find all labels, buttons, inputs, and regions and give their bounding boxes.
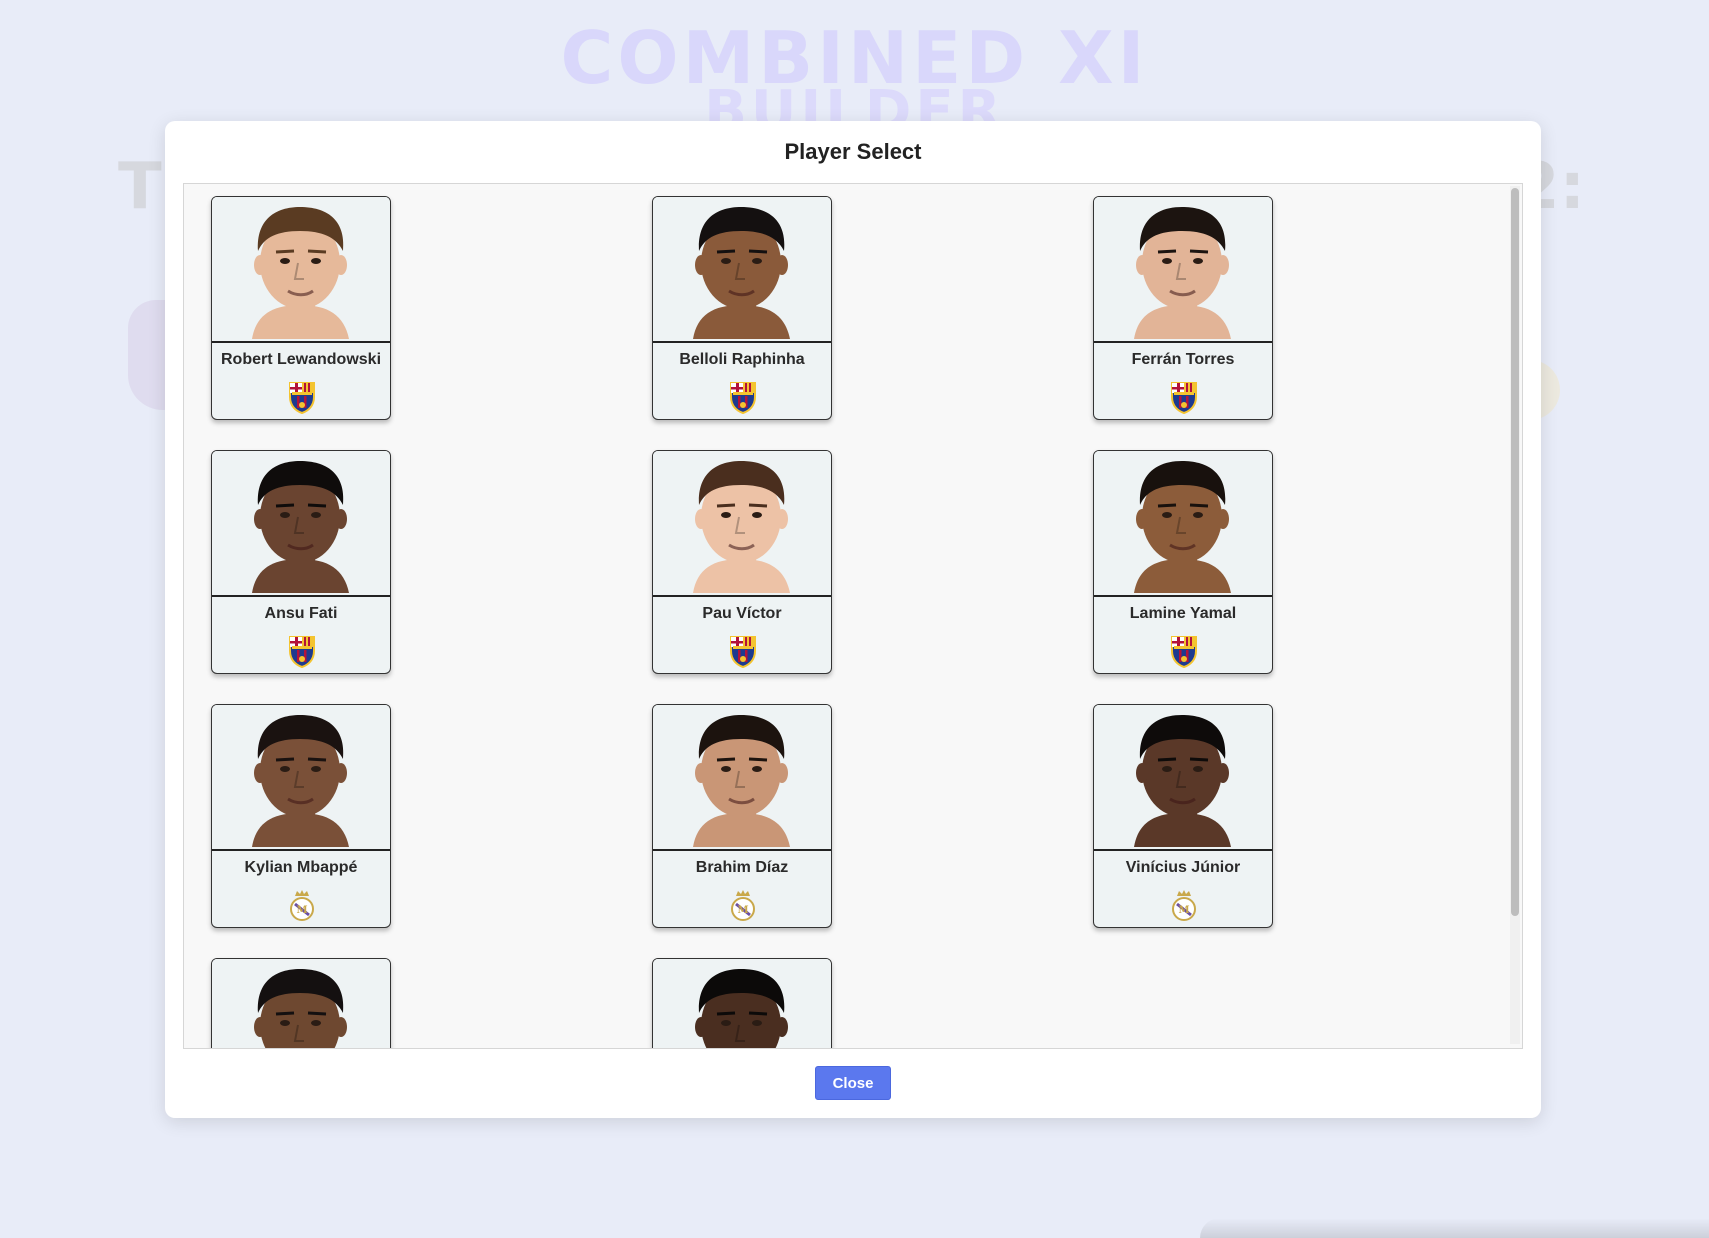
scrollbar-thumb[interactable] xyxy=(1511,188,1519,916)
svg-text:M: M xyxy=(296,905,307,916)
barcelona-crest-icon xyxy=(284,633,320,669)
player-card[interactable]: Brahim Díaz M xyxy=(652,704,832,928)
player-list-panel[interactable]: Robert Lewandowski Belloli Raphinha Ferrán… xyxy=(183,183,1523,1049)
player-card[interactable]: Belloli Raphinha xyxy=(652,196,832,420)
player-card[interactable]: Ansu Fati xyxy=(211,450,391,674)
svg-text:M: M xyxy=(737,905,748,916)
barcelona-crest-icon xyxy=(725,633,761,669)
player-photo xyxy=(212,705,390,851)
player-card[interactable]: Kylian Mbappé M xyxy=(211,704,391,928)
player-photo xyxy=(1094,451,1272,597)
real-madrid-crest-icon: M xyxy=(1166,887,1202,923)
player-select-modal: Player Select Robert Lewandowski Belloli … xyxy=(165,121,1541,1118)
player-photo xyxy=(1094,705,1272,851)
real-madrid-crest-icon: M xyxy=(284,887,320,923)
modal-title: Player Select xyxy=(784,139,922,164)
player-photo xyxy=(653,959,831,1048)
player-photo xyxy=(653,705,831,851)
player-card[interactable] xyxy=(652,958,832,1048)
player-photo xyxy=(1094,197,1272,343)
player-card[interactable]: Robert Lewandowski xyxy=(211,196,391,420)
player-name: Belloli Raphinha xyxy=(679,351,805,368)
player-name: Kylian Mbappé xyxy=(244,859,358,876)
real-madrid-crest-icon: M xyxy=(725,887,761,923)
player-photo xyxy=(653,451,831,597)
player-card[interactable]: Pau Víctor xyxy=(652,450,832,674)
player-name: Vinícius Júnior xyxy=(1125,859,1241,876)
player-name: Lamine Yamal xyxy=(1129,605,1237,622)
background-shadow xyxy=(1200,1218,1709,1238)
player-name: Robert Lewandowski xyxy=(220,351,382,368)
player-name: Ferrán Torres xyxy=(1131,351,1235,368)
player-photo xyxy=(212,197,390,343)
player-card[interactable]: Vinícius Júnior M xyxy=(1093,704,1273,928)
svg-text:M: M xyxy=(1178,905,1189,916)
barcelona-crest-icon xyxy=(725,379,761,415)
player-card[interactable]: Ferrán Torres xyxy=(1093,196,1273,420)
barcelona-crest-icon xyxy=(1166,633,1202,669)
player-name: Brahim Díaz xyxy=(695,859,789,876)
player-name: Ansu Fati xyxy=(264,605,338,622)
player-photo xyxy=(212,451,390,597)
close-button[interactable]: Close xyxy=(815,1066,891,1100)
player-card[interactable]: Lamine Yamal xyxy=(1093,450,1273,674)
player-card[interactable] xyxy=(211,958,391,1048)
barcelona-crest-icon xyxy=(1166,379,1202,415)
player-name: Pau Víctor xyxy=(702,605,782,622)
barcelona-crest-icon xyxy=(284,379,320,415)
player-photo xyxy=(212,959,390,1048)
player-photo xyxy=(653,197,831,343)
player-grid: Robert Lewandowski Belloli Raphinha Ferrán… xyxy=(184,184,1504,1048)
